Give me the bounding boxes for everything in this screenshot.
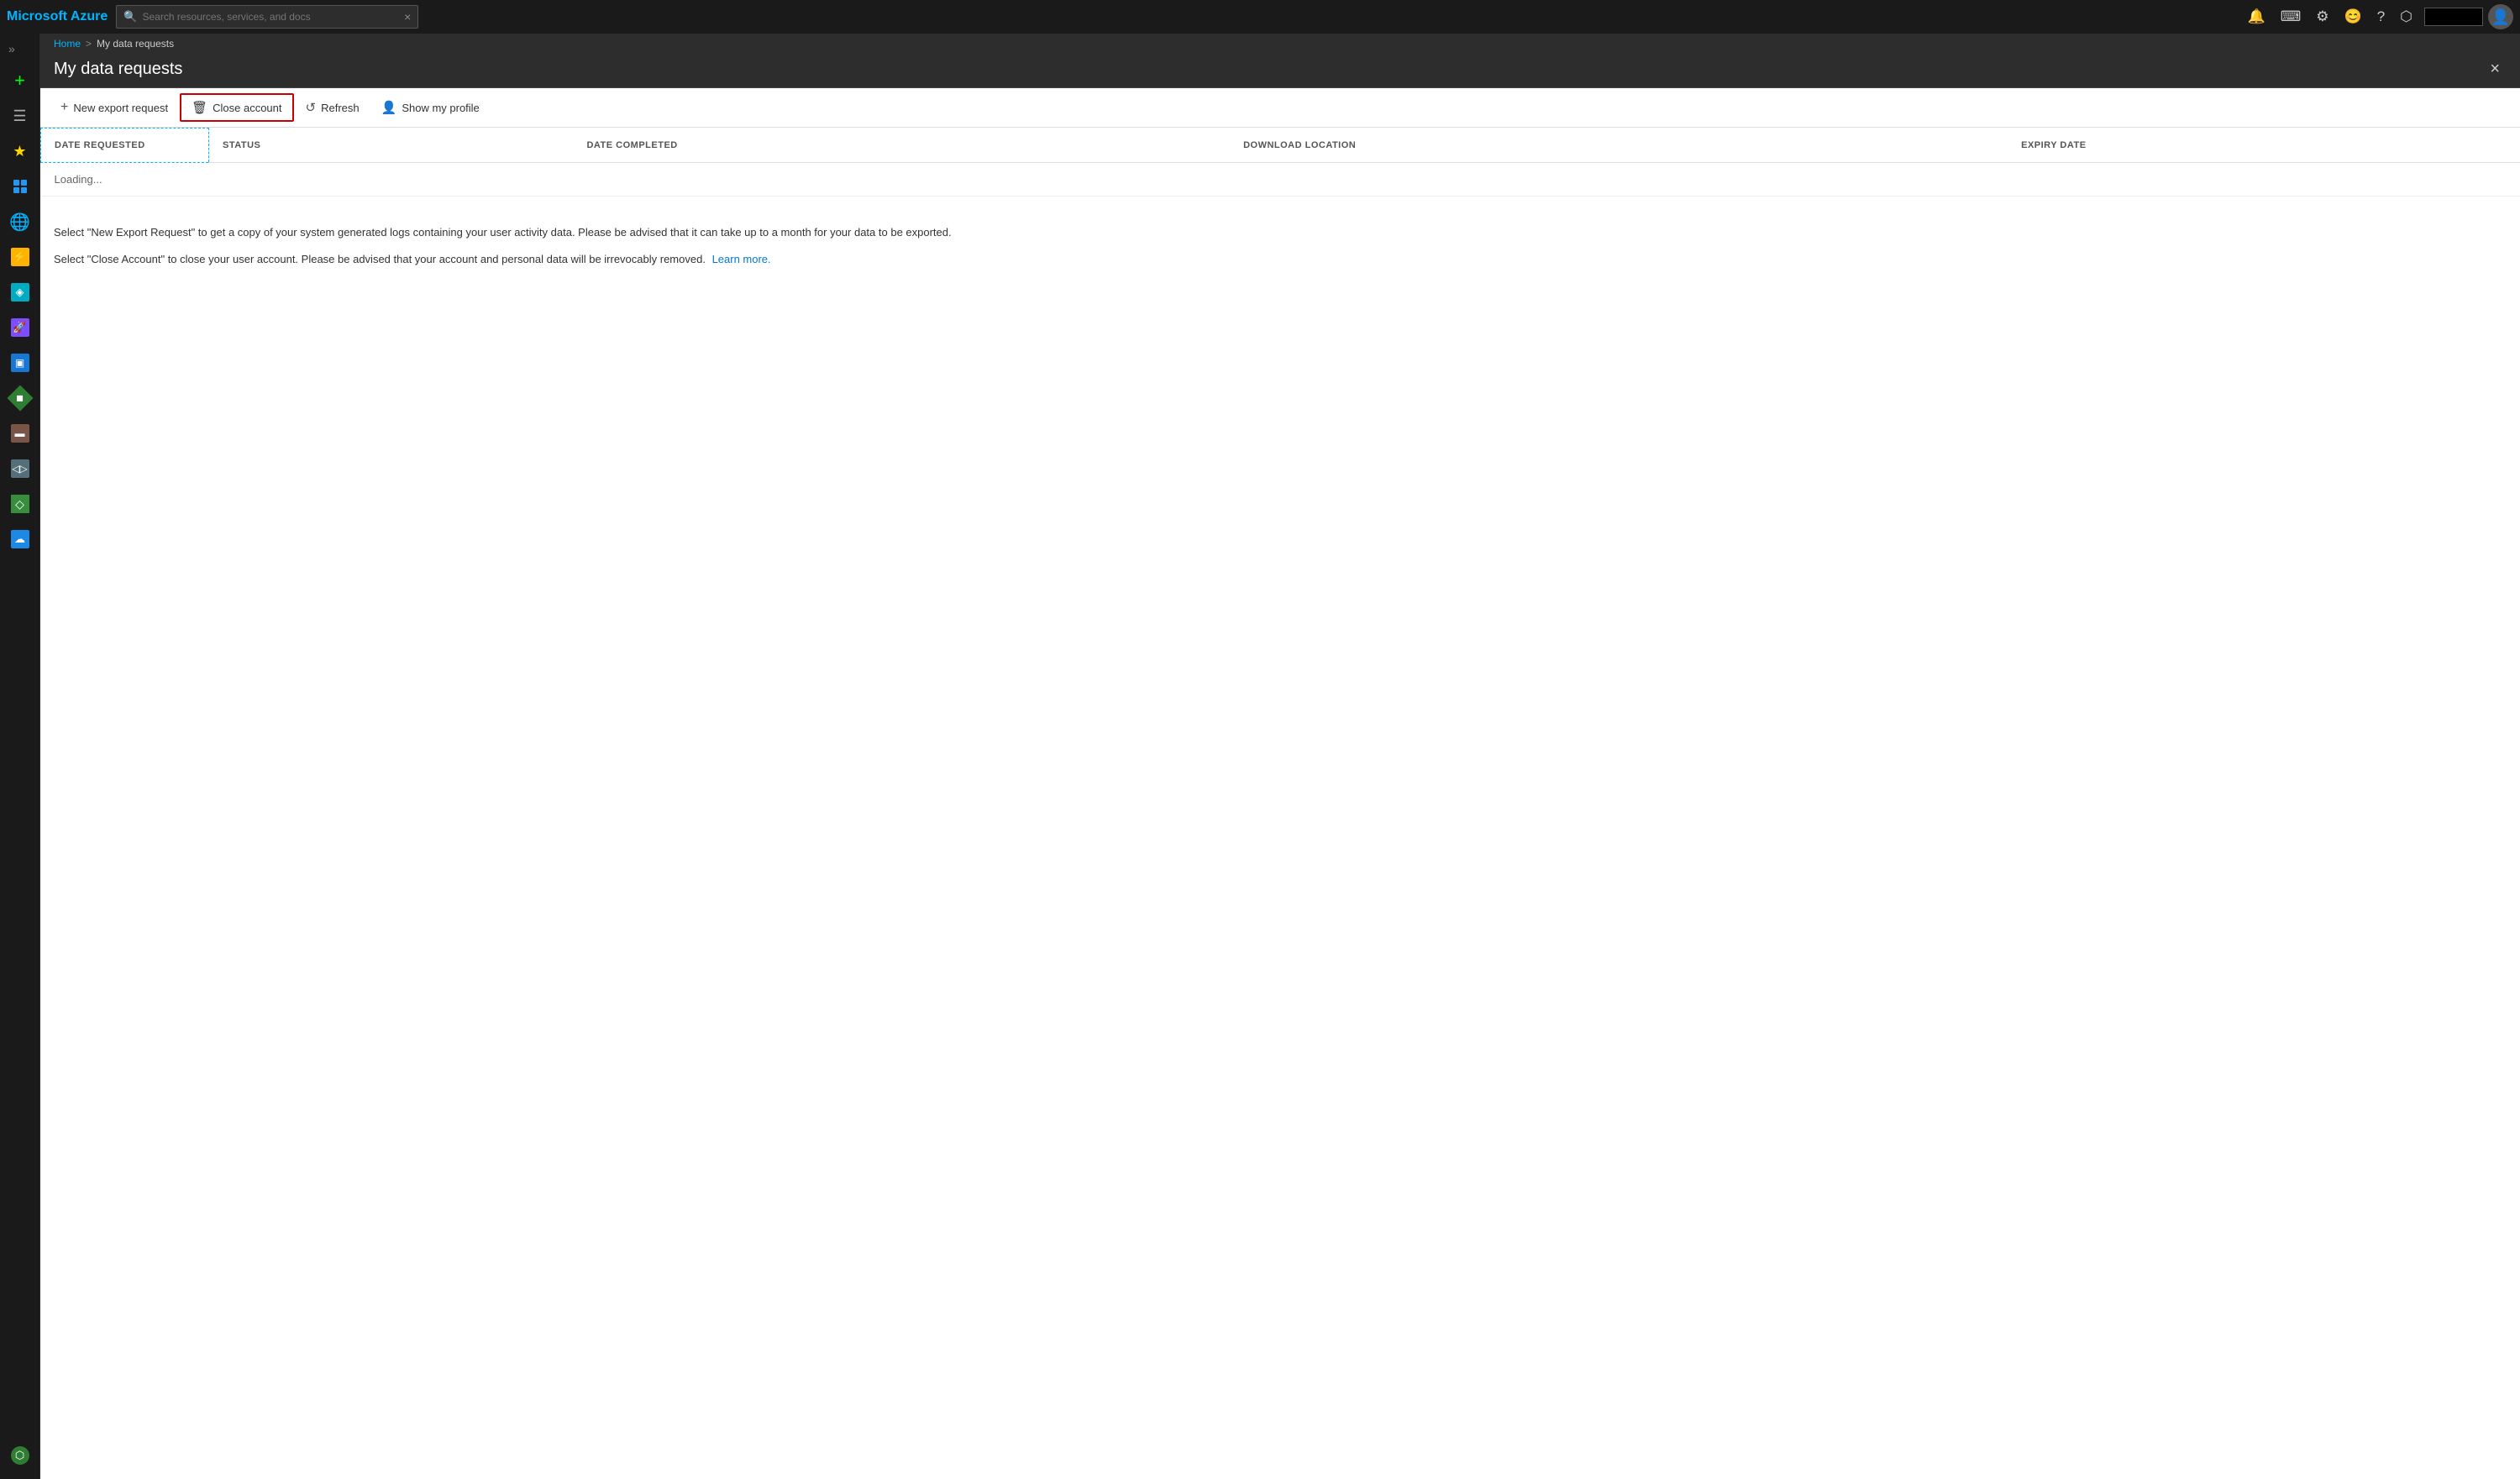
info-section: Select "New Export Request" to get a cop… bbox=[40, 207, 2520, 286]
trash-icon: 🗑 bbox=[192, 100, 207, 115]
page-title: My data requests bbox=[54, 60, 182, 79]
sidebar-expand-btn[interactable]: » bbox=[0, 39, 18, 59]
sidebar-item-store[interactable]: ▬ bbox=[3, 417, 37, 450]
dark-box bbox=[2424, 8, 2483, 26]
refresh-button[interactable]: ↺ Refresh bbox=[296, 95, 370, 120]
content-area: DATE REQUESTED STATUS DATE COMPLETED DOW… bbox=[40, 128, 2520, 1479]
top-icon-group: 🔔 ⌨ ⚙ 😊 ? ⬡ 👤 bbox=[2241, 3, 2513, 30]
col-date-requested[interactable]: DATE REQUESTED bbox=[41, 128, 209, 163]
portal-icon[interactable]: ⬡ bbox=[2393, 3, 2419, 30]
clear-search-icon[interactable]: × bbox=[404, 10, 411, 24]
sidebar-item-shield[interactable]: ⬡ bbox=[3, 1439, 37, 1472]
cloud-shell-icon[interactable]: ⌨ bbox=[2274, 3, 2308, 30]
sidebar-item-cube[interactable]: ◈ bbox=[3, 275, 37, 309]
show-profile-button[interactable]: 👤 Show my profile bbox=[371, 95, 490, 120]
plus-icon: + bbox=[60, 100, 68, 115]
col-expiry-date[interactable]: EXPIRY DATE bbox=[2008, 128, 2520, 163]
data-table: DATE REQUESTED STATUS DATE COMPLETED DOW… bbox=[40, 128, 2520, 197]
sidebar-item-globe[interactable]: 🌐 bbox=[3, 205, 37, 239]
sidebar-item-integration[interactable]: ◇ bbox=[3, 487, 37, 521]
breadcrumb-separator: > bbox=[86, 38, 92, 50]
close-account-label: Close account bbox=[213, 102, 281, 114]
sidebar-item-cloud[interactable]: ☁ bbox=[3, 522, 37, 556]
new-export-label: New export request bbox=[73, 102, 168, 114]
table-header-row: DATE REQUESTED STATUS DATE COMPLETED DOW… bbox=[41, 128, 2520, 163]
avatar[interactable]: 👤 bbox=[2488, 4, 2513, 29]
main-content: Home > My data requests My data requests… bbox=[40, 34, 2520, 1479]
breadcrumb-home[interactable]: Home bbox=[54, 38, 81, 50]
sidebar-item-favorites[interactable]: ★ bbox=[3, 134, 37, 168]
page-header: My data requests × bbox=[40, 54, 2520, 88]
breadcrumb-current: My data requests bbox=[97, 38, 174, 50]
page-close-button[interactable]: × bbox=[2483, 59, 2507, 79]
azure-logo: Microsoft Azure bbox=[7, 9, 108, 24]
sidebar-item-new[interactable]: + bbox=[3, 64, 37, 97]
sidebar-item-dashboard[interactable] bbox=[3, 170, 37, 203]
feedback-icon[interactable]: 😊 bbox=[2338, 3, 2369, 30]
sidebar-item-bolt[interactable]: ⚡ bbox=[3, 240, 37, 274]
search-icon: 🔍 bbox=[123, 10, 137, 24]
sidebar-item-monitor[interactable]: ▣ bbox=[3, 346, 37, 380]
new-export-button[interactable]: + New export request bbox=[50, 95, 178, 120]
profile-icon: 👤 bbox=[381, 100, 397, 115]
col-date-completed[interactable]: DATE COMPLETED bbox=[573, 128, 1230, 163]
export-info-text: Select "New Export Request" to get a cop… bbox=[54, 223, 2507, 242]
learn-more-link[interactable]: Learn more. bbox=[712, 253, 771, 265]
show-profile-label: Show my profile bbox=[402, 102, 479, 114]
search-bar: 🔍 × bbox=[116, 5, 418, 29]
search-input[interactable] bbox=[143, 11, 400, 23]
sidebar-item-diamond[interactable]: ◆ bbox=[3, 381, 37, 415]
sidebar: » + ☰ ★ 🌐 ⚡ ◈ 🚀 ▣ ◆ ▬ ◁▷ ◇ ☁ ⬡ bbox=[0, 34, 40, 1479]
col-download-location[interactable]: DOWNLOAD LOCATION bbox=[1230, 128, 2008, 163]
help-icon[interactable]: ? bbox=[2370, 3, 2391, 30]
sidebar-item-list[interactable]: ☰ bbox=[3, 99, 37, 133]
col-status[interactable]: STATUS bbox=[209, 128, 574, 163]
refresh-label: Refresh bbox=[321, 102, 360, 114]
toolbar: + New export request 🗑 Close account ↺ R… bbox=[40, 88, 2520, 128]
settings-icon[interactable]: ⚙ bbox=[2309, 3, 2335, 30]
sidebar-item-code[interactable]: ◁▷ bbox=[3, 452, 37, 485]
breadcrumb-bar: Home > My data requests bbox=[40, 34, 2520, 54]
refresh-icon: ↺ bbox=[306, 100, 317, 115]
loading-row: Loading... bbox=[41, 163, 2520, 197]
sidebar-item-rocket[interactable]: 🚀 bbox=[3, 311, 37, 344]
close-account-button[interactable]: 🗑 Close account bbox=[180, 93, 293, 122]
notifications-icon[interactable]: 🔔 bbox=[2241, 3, 2272, 30]
close-account-info-text: Select "Close Account" to close your use… bbox=[54, 250, 2507, 269]
